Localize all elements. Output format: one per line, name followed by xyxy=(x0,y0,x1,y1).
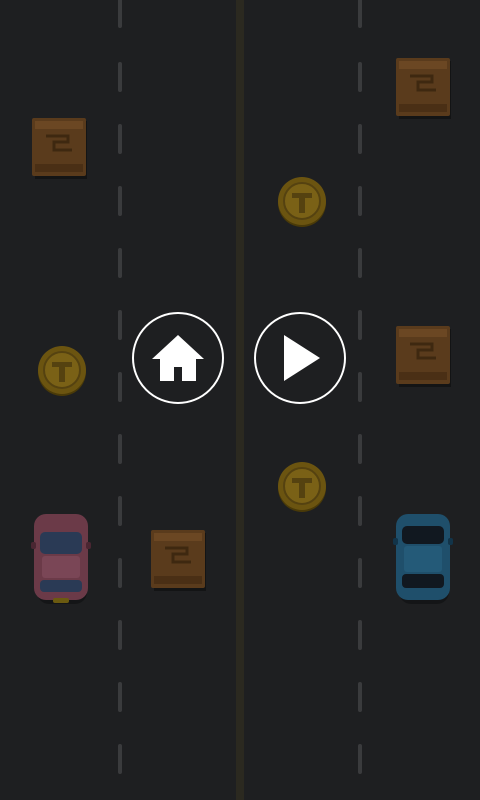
crate-obstacle xyxy=(151,530,206,591)
player-car xyxy=(393,514,453,604)
home-icon xyxy=(152,335,204,381)
crate-obstacle xyxy=(396,58,451,119)
enemy-car xyxy=(31,514,91,604)
road-center-line xyxy=(236,0,244,800)
coin-icon xyxy=(38,346,86,396)
game-stage xyxy=(0,0,480,800)
lane-divider-left xyxy=(118,0,122,800)
play-button[interactable] xyxy=(254,312,346,404)
play-icon xyxy=(284,335,320,381)
coin-icon xyxy=(278,462,326,512)
coin-icon xyxy=(278,177,326,227)
home-button[interactable] xyxy=(132,312,224,404)
crate-obstacle xyxy=(396,326,451,387)
crate-obstacle xyxy=(32,118,87,179)
lane-divider-right xyxy=(358,0,362,800)
